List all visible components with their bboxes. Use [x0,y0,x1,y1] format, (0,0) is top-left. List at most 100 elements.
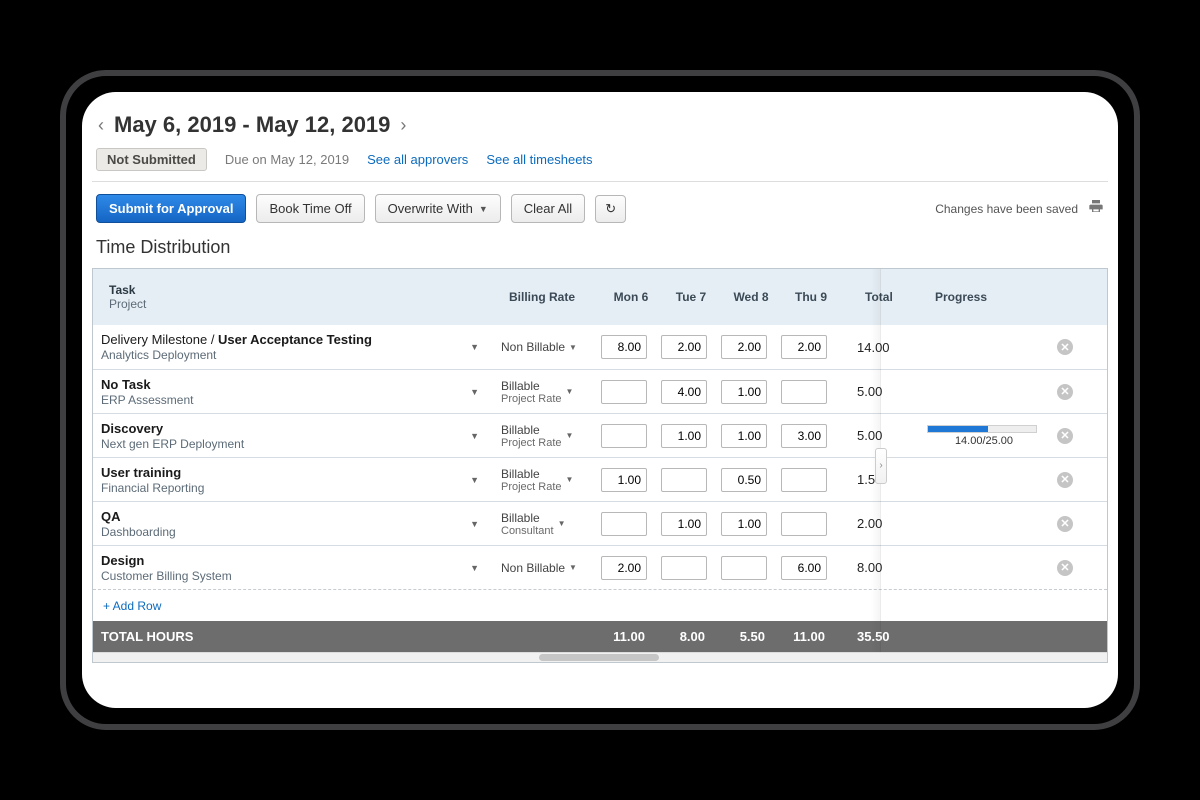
clear-all-button[interactable]: Clear All [511,194,585,223]
col-day-0: Mon 6 [601,286,661,308]
remove-row-button[interactable]: ✕ [1057,428,1073,444]
remove-row-button[interactable]: ✕ [1057,472,1073,488]
hour-input[interactable] [661,512,707,536]
billing-rate-cell[interactable]: Non Billable▼ [493,555,593,581]
hour-cell [593,329,653,365]
progress-cell: 14.00/25.00 [919,419,1049,453]
remove-row-button[interactable]: ✕ [1057,560,1073,576]
rate-caret-icon: ▼ [558,519,566,528]
hour-input[interactable] [781,335,827,359]
task-picker-caret-icon[interactable]: ▼ [464,471,485,489]
progress-fill [928,426,988,432]
table-row: No TaskERP Assessment▼BillableProject Ra… [93,369,1107,413]
timesheet-grid: Task Project Billing Rate Mon 6 Tue 7 We… [92,268,1108,663]
hour-cell [653,550,713,586]
hour-input[interactable] [781,468,827,492]
task-cell: No TaskERP Assessment▼ [93,371,493,413]
task-picker-caret-icon[interactable]: ▼ [464,383,485,401]
col-task-label: Task [109,283,493,297]
billing-rate-label: Non Billable [501,340,565,354]
hour-input[interactable] [661,468,707,492]
col-day-2: Wed 8 [721,286,781,308]
task-picker-caret-icon[interactable]: ▼ [464,515,485,533]
next-week-button[interactable]: › [398,115,408,136]
col-day-3: Thu 9 [781,286,841,308]
hour-input[interactable] [601,380,647,404]
hour-input[interactable] [721,512,767,536]
hour-input[interactable] [661,335,707,359]
hour-input[interactable] [781,380,827,404]
hour-cell [773,550,833,586]
row-actions: ✕ [1049,509,1075,538]
billing-rate-label: Non Billable [501,561,565,575]
hour-input[interactable] [721,556,767,580]
clear-all-label: Clear All [524,201,572,216]
hour-cell [653,418,713,454]
see-approvers-link[interactable]: See all approvers [367,152,468,167]
billing-rate-cell[interactable]: BillableConsultant▼ [493,505,593,543]
date-range-label: May 6, 2019 - May 12, 2019 [114,112,390,138]
billing-rate-cell[interactable]: BillableProject Rate▼ [493,373,593,411]
section-title: Time Distribution [92,237,1108,268]
scroll-next-days-button[interactable]: › [875,448,887,484]
task-picker-caret-icon[interactable]: ▼ [464,559,485,577]
see-timesheets-link[interactable]: See all timesheets [486,152,592,167]
submit-label: Submit for Approval [109,201,233,216]
due-date-label: Due on May 12, 2019 [225,152,349,167]
hour-input[interactable] [781,556,827,580]
horizontal-scrollbar[interactable] [93,652,1107,662]
billing-rate-cell[interactable]: BillableProject Rate▼ [493,461,593,499]
project-name: Financial Reporting [101,481,458,495]
hour-input[interactable] [661,556,707,580]
hour-input[interactable] [601,468,647,492]
table-row: QADashboarding▼BillableConsultant▼2.00✕ [93,501,1107,545]
submit-for-approval-button[interactable]: Submit for Approval [96,194,246,223]
col-task: Task Project [101,279,501,315]
hour-input[interactable] [721,380,767,404]
progress-cell [919,518,1049,530]
progress-bar [927,425,1037,433]
hour-cell [773,374,833,410]
hour-input[interactable] [721,424,767,448]
hour-cell [713,374,773,410]
totals-row: TOTAL HOURS 11.00 8.00 5.50 11.00 35.50 [93,621,1107,652]
hour-input[interactable] [601,556,647,580]
prev-week-button[interactable]: ‹ [96,115,106,136]
scrollbar-thumb[interactable] [539,654,659,661]
hour-input[interactable] [601,512,647,536]
hour-input[interactable] [721,335,767,359]
overwrite-with-button[interactable]: Overwrite With▼ [375,194,501,223]
row-actions: ✕ [1049,333,1075,362]
hour-input[interactable] [721,468,767,492]
date-range-picker: ‹ May 6, 2019 - May 12, 2019 › [92,110,1108,148]
billing-rate-cell[interactable]: BillableProject Rate▼ [493,417,593,455]
remove-row-button[interactable]: ✕ [1057,339,1073,355]
hour-input[interactable] [601,335,647,359]
hour-input[interactable] [781,424,827,448]
task-picker-caret-icon[interactable]: ▼ [464,427,485,445]
grid-header: Task Project Billing Rate Mon 6 Tue 7 We… [93,269,1107,325]
hour-input[interactable] [781,512,827,536]
hour-cell [593,506,653,542]
task-name: Discovery [101,421,163,436]
billing-rate-cell[interactable]: Non Billable ▼ [493,334,593,360]
remove-row-button[interactable]: ✕ [1057,516,1073,532]
row-actions: ✕ [1049,377,1075,406]
add-row-link[interactable]: + Add Row [103,599,161,613]
hour-input[interactable] [661,424,707,448]
hour-input[interactable] [601,424,647,448]
rate-caret-icon: ▼ [569,343,577,352]
status-bar: Not Submitted Due on May 12, 2019 See al… [92,148,1108,182]
task-picker-caret-icon[interactable]: ▼ [464,338,485,356]
hour-cell [713,418,773,454]
billing-rate-sublabel: Project Rate [501,393,562,405]
overwrite-label: Overwrite With [388,201,473,216]
book-time-off-button[interactable]: Book Time Off [256,194,364,223]
saved-message: Changes have been saved [935,202,1078,216]
hour-cell [713,550,773,586]
remove-row-button[interactable]: ✕ [1057,384,1073,400]
print-button[interactable] [1088,198,1104,219]
refresh-button[interactable]: ↻ [595,195,626,223]
hour-input[interactable] [661,380,707,404]
task-name: User training [101,465,181,480]
